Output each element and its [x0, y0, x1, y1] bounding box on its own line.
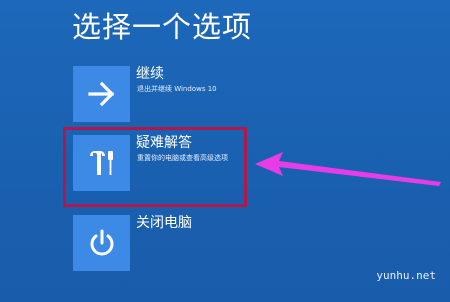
option-continue-label: 继续 [136, 66, 164, 82]
option-shutdown-label: 关闭电脑 [136, 215, 192, 231]
pointer-arrow-icon [255, 152, 441, 186]
watermark: yunhu.net [376, 269, 436, 282]
option-shutdown[interactable]: 关闭电脑 [73, 215, 263, 275]
option-continue-tile[interactable] [73, 66, 130, 122]
highlight-box [63, 127, 247, 207]
option-continue[interactable]: 继续 退出并继续 Windows 10 [73, 66, 263, 126]
option-continue-description: 退出并继续 Windows 10 [137, 85, 217, 93]
page-title: 选择一个选项 [72, 10, 253, 44]
arrow-right-icon [87, 81, 114, 107]
power-icon [90, 229, 113, 256]
recovery-screen: 选择一个选项 继续 退出并继续 Windows 10 疑难解答 重置你的电脑或查… [0, 0, 450, 302]
option-shutdown-tile[interactable] [73, 215, 130, 271]
